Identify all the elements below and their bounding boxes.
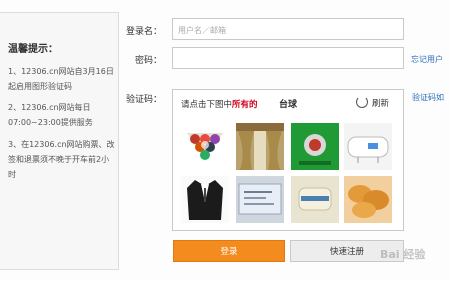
- billiard-balls-icon: [187, 133, 223, 161]
- captcha-prompt: 请点击下图中所有的: [181, 98, 258, 110]
- captcha-refresh-button[interactable]: 刷新: [356, 96, 400, 110]
- captcha-label: 验证码：: [125, 95, 162, 105]
- captcha-tile-8[interactable]: [344, 176, 392, 223]
- captcha-tile-4[interactable]: [344, 123, 392, 170]
- refresh-label: 刷新: [372, 99, 390, 109]
- captcha-tile-5[interactable]: [181, 176, 229, 223]
- captcha-tile-3[interactable]: [291, 123, 339, 170]
- username-input[interactable]: 用户名／邮箱: [172, 18, 404, 40]
- captcha-help-link[interactable]: 验证码如: [412, 92, 444, 103]
- forgot-username-link[interactable]: 忘记用户: [411, 54, 443, 65]
- tips-title: 温馨提示：: [8, 44, 58, 55]
- fried-food-icon: [348, 185, 389, 218]
- suit-jacket-icon: [187, 180, 223, 220]
- water-heater-icon: [347, 136, 389, 163]
- curtain-icon: [236, 123, 284, 170]
- ceramic-cylinder-icon: [298, 187, 332, 211]
- password-label: 密码：: [134, 56, 162, 66]
- captcha-prompt-prefix: 请点击下图中: [181, 100, 233, 110]
- tip-item: 1、12306.cn网站自3月16日起启用图形验证码: [8, 67, 114, 91]
- captcha-tile-2[interactable]: [236, 123, 284, 170]
- captcha-tile-7[interactable]: [291, 176, 339, 223]
- username-label: 登录名：: [125, 27, 162, 37]
- tip-item: 3、在12306.cn网站购票、改签和退票须不晚于开车前2小时: [8, 140, 115, 179]
- captcha-prompt-highlight: 所有的: [232, 100, 258, 110]
- captcha-target: 台球: [279, 100, 298, 110]
- refresh-icon: [356, 96, 368, 108]
- login-window: 温馨提示： 1、12306.cn网站自3月16日起启用图形验证码 2、12306…: [0, 0, 450, 281]
- captcha-tile-1[interactable]: [181, 123, 229, 170]
- captcha-tile-6[interactable]: [236, 176, 284, 223]
- panel-divider: [118, 12, 119, 270]
- login-button[interactable]: 登录: [173, 240, 285, 262]
- billiard-table-icon: [291, 123, 339, 170]
- password-input[interactable]: [172, 47, 404, 69]
- tip-item: 2、12306.cn网站每日07:00~23:00提供服务: [8, 103, 93, 127]
- baidu-watermark: Bai 经验: [380, 248, 426, 261]
- ticket-icon: [238, 183, 282, 215]
